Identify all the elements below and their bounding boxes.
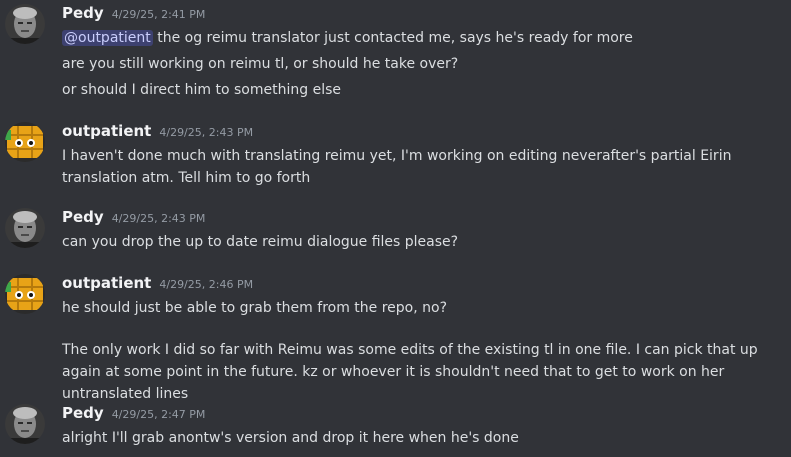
username[interactable]: Pedy <box>62 404 104 422</box>
message-header: Pedy 4/29/25, 2:41 PM <box>62 4 205 26</box>
message-content: I haven't done much with translating rei… <box>62 145 788 189</box>
username[interactable]: outpatient <box>62 122 151 140</box>
avatar[interactable] <box>5 208 45 248</box>
message-line: alright I'll grab anontw's version and d… <box>62 430 519 446</box>
message-content: he should just be able to grab them from… <box>62 297 788 405</box>
username[interactable]: Pedy <box>62 208 104 226</box>
message-line: can you drop the up to date reimu dialog… <box>62 234 459 250</box>
username[interactable]: outpatient <box>62 274 151 292</box>
avatar[interactable] <box>5 274 45 314</box>
message-content: can you drop the up to date reimu dialog… <box>62 231 788 253</box>
user-mention[interactable]: @outpatient <box>62 30 153 46</box>
avatar[interactable] <box>5 122 45 162</box>
timestamp: 4/29/25, 2:43 PM <box>159 126 254 139</box>
message-line: The only work I did so far with Reimu wa… <box>62 342 758 402</box>
chat-message-list: Pedy 4/29/25, 2:41 PM @outpatient the og… <box>0 0 791 457</box>
message-line: or should I direct him to something else <box>62 82 341 98</box>
message-header: Pedy 4/29/25, 2:47 PM <box>62 404 205 426</box>
message-line: I haven't done much with translating rei… <box>62 148 732 186</box>
message-header: outpatient 4/29/25, 2:43 PM <box>62 122 253 144</box>
message-text: the og reimu translator just contacted m… <box>152 30 633 46</box>
message-content: @outpatient the og reimu translator just… <box>62 27 788 101</box>
avatar[interactable] <box>5 404 45 444</box>
username[interactable]: Pedy <box>62 4 104 22</box>
message-line: @outpatient the og reimu translator just… <box>62 27 788 49</box>
timestamp: 4/29/25, 2:47 PM <box>111 408 206 421</box>
message-header: outpatient 4/29/25, 2:46 PM <box>62 274 253 296</box>
avatar[interactable] <box>5 4 45 44</box>
timestamp: 4/29/25, 2:46 PM <box>159 278 254 291</box>
message-line: are you still working on reimu tl, or sh… <box>62 56 459 72</box>
timestamp: 4/29/25, 2:43 PM <box>111 212 206 225</box>
message-line: he should just be able to grab them from… <box>62 300 447 316</box>
message-content: alright I'll grab anontw's version and d… <box>62 427 788 449</box>
timestamp: 4/29/25, 2:41 PM <box>111 8 206 21</box>
message-header: Pedy 4/29/25, 2:43 PM <box>62 208 205 230</box>
